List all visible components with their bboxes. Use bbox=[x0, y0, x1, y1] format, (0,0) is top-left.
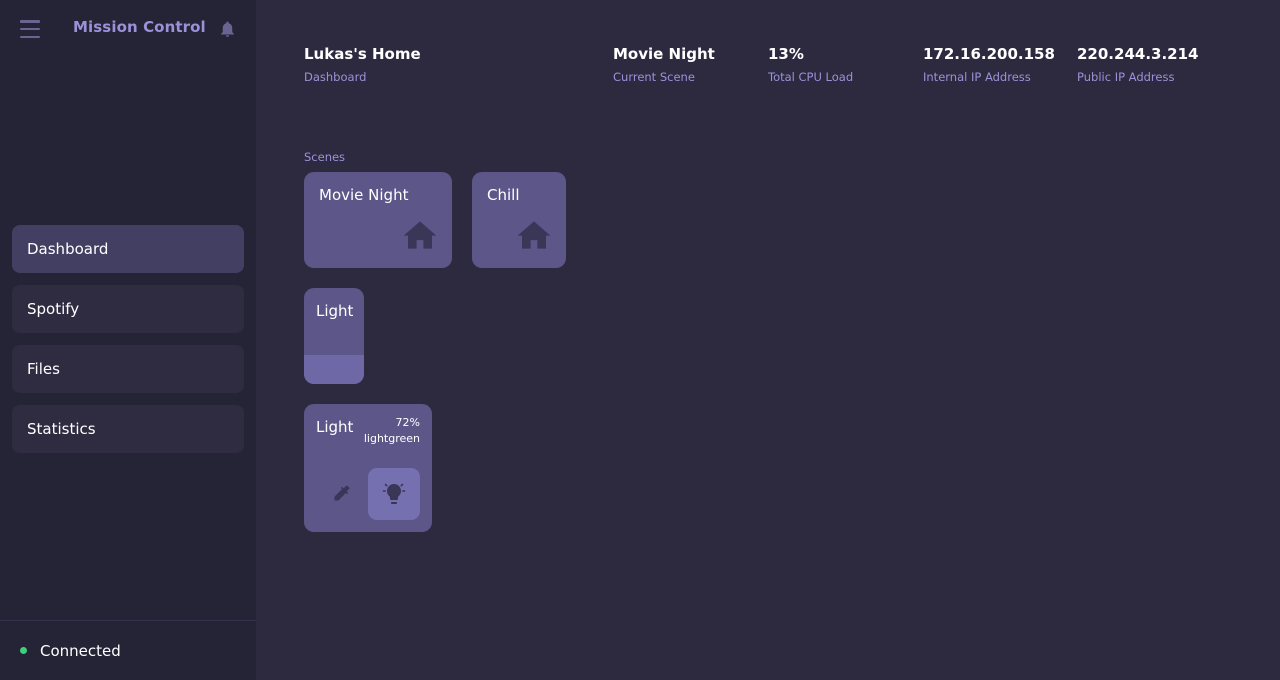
sidebar-item-spotify[interactable]: Spotify bbox=[12, 285, 244, 333]
public-ip-value: 220.244.3.214 bbox=[1077, 45, 1199, 63]
sidebar-item-label: Dashboard bbox=[27, 240, 109, 258]
brightness-value: 72% bbox=[395, 416, 420, 429]
app-title: Mission Control bbox=[73, 18, 206, 36]
sidebar-item-files[interactable]: Files bbox=[12, 345, 244, 393]
lightbulb-icon bbox=[382, 483, 406, 504]
cpu-load-label: Total CPU Load bbox=[768, 70, 854, 84]
scenes-heading: Scenes bbox=[304, 150, 346, 164]
brightness-level-fill bbox=[304, 355, 364, 384]
home-stat: Lukas's Home Dashboard bbox=[304, 45, 421, 84]
light-color-tile: Light 72% lightgreen bbox=[304, 404, 432, 532]
sidebar-item-statistics[interactable]: Statistics bbox=[12, 405, 244, 453]
light-toggle-button[interactable] bbox=[368, 468, 420, 520]
home-name: Lukas's Home bbox=[304, 45, 421, 63]
color-value: lightgreen bbox=[363, 432, 420, 445]
eyedropper-icon[interactable] bbox=[332, 482, 352, 504]
internal-ip-stat: 172.16.200.158 Internal IP Address bbox=[923, 45, 1055, 84]
home-icon bbox=[517, 221, 551, 249]
sidebar-nav: Dashboard Spotify Files Statistics bbox=[12, 225, 244, 465]
home-icon bbox=[403, 221, 437, 249]
scene-tile-movie-night[interactable]: Movie Night bbox=[304, 172, 452, 268]
internal-ip-value: 172.16.200.158 bbox=[923, 45, 1055, 63]
scene-stat: Movie Night Current Scene bbox=[613, 45, 715, 84]
sidebar-item-dashboard[interactable]: Dashboard bbox=[12, 225, 244, 273]
connection-status: Connected bbox=[0, 620, 256, 680]
status-dot bbox=[20, 647, 27, 654]
cpu-load-value: 13% bbox=[768, 45, 804, 63]
status-text: Connected bbox=[40, 641, 121, 660]
current-scene-value: Movie Night bbox=[613, 45, 715, 63]
light-info: 72% lightgreen bbox=[364, 416, 420, 445]
light-dimmer-tile[interactable]: Light bbox=[304, 288, 364, 384]
menu-icon[interactable] bbox=[20, 20, 40, 38]
public-ip-stat: 220.244.3.214 Public IP Address bbox=[1077, 45, 1198, 84]
main-content: Lukas's Home Dashboard Movie Night Curre… bbox=[256, 0, 1280, 680]
sidebar-item-label: Statistics bbox=[27, 420, 96, 438]
sidebar-header: Mission Control bbox=[0, 0, 256, 58]
sidebar-item-label: Files bbox=[27, 360, 60, 378]
light-title: Light bbox=[316, 418, 354, 436]
scene-name: Movie Night bbox=[319, 186, 409, 204]
home-label: Dashboard bbox=[304, 70, 367, 84]
current-scene-label: Current Scene bbox=[613, 70, 695, 84]
scene-name: Chill bbox=[487, 186, 520, 204]
app-root: Mission Control Dashboard Spotify Files … bbox=[0, 0, 1280, 680]
public-ip-label: Public IP Address bbox=[1077, 70, 1175, 84]
sidebar: Mission Control Dashboard Spotify Files … bbox=[0, 0, 256, 680]
internal-ip-label: Internal IP Address bbox=[923, 70, 1031, 84]
bell-icon[interactable] bbox=[218, 19, 237, 39]
sidebar-item-label: Spotify bbox=[27, 300, 80, 318]
light-title: Light bbox=[316, 302, 354, 320]
scene-tile-chill[interactable]: Chill bbox=[472, 172, 566, 268]
cpu-stat: 13% Total CPU Load bbox=[768, 45, 853, 84]
